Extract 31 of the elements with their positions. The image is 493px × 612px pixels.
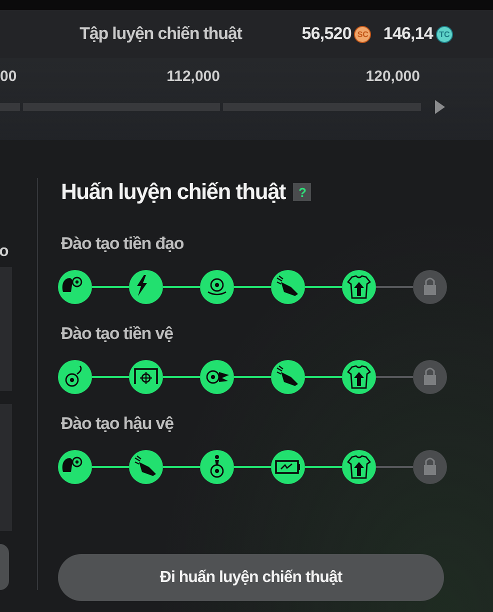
coin-icon: TC <box>436 26 453 42</box>
lock-icon[interactable] <box>413 270 447 304</box>
currency-amount: 146,14 <box>383 24 433 44</box>
header-ball-icon[interactable] <box>58 450 92 484</box>
ball-player-icon[interactable] <box>200 450 234 484</box>
track-label: Đào tạo tiền vệ <box>61 324 174 345</box>
header-title: Tập luyện chiến thuật <box>80 24 242 44</box>
lock-icon[interactable] <box>413 360 447 394</box>
ball-swirl-icon[interactable] <box>200 270 234 304</box>
lock-icon[interactable] <box>413 450 447 484</box>
currency-amount: 56,520 <box>302 24 352 44</box>
ball-wing-icon[interactable] <box>200 360 234 394</box>
boot-icon[interactable] <box>271 360 305 394</box>
goal-target-icon[interactable] <box>129 360 163 394</box>
track-label: Đào tạo tiền đạo <box>61 234 185 255</box>
next-arrow-icon[interactable] <box>435 100 445 114</box>
header-ball-icon[interactable] <box>58 270 92 304</box>
coin-icon: SC <box>354 26 372 42</box>
help-button[interactable]: ? <box>293 183 312 201</box>
milestone-label: 112,000 <box>166 68 220 87</box>
track-label: Đào tạo hậu vệ <box>61 414 175 435</box>
lightning-icon[interactable] <box>129 270 163 304</box>
ball-curve-icon[interactable] <box>58 360 92 394</box>
battery-icon[interactable] <box>271 450 305 484</box>
train-button[interactable]: Đi huấn luyện chiến thuật <box>58 554 444 601</box>
milestone-label: 120,000 <box>366 68 420 87</box>
milestone-label: 00 <box>0 68 17 87</box>
boot-icon[interactable] <box>271 270 305 304</box>
section-title: Huấn luyện chiến thuật <box>61 179 286 205</box>
boot-icon[interactable] <box>129 450 163 484</box>
label-fragment: o <box>0 243 10 262</box>
